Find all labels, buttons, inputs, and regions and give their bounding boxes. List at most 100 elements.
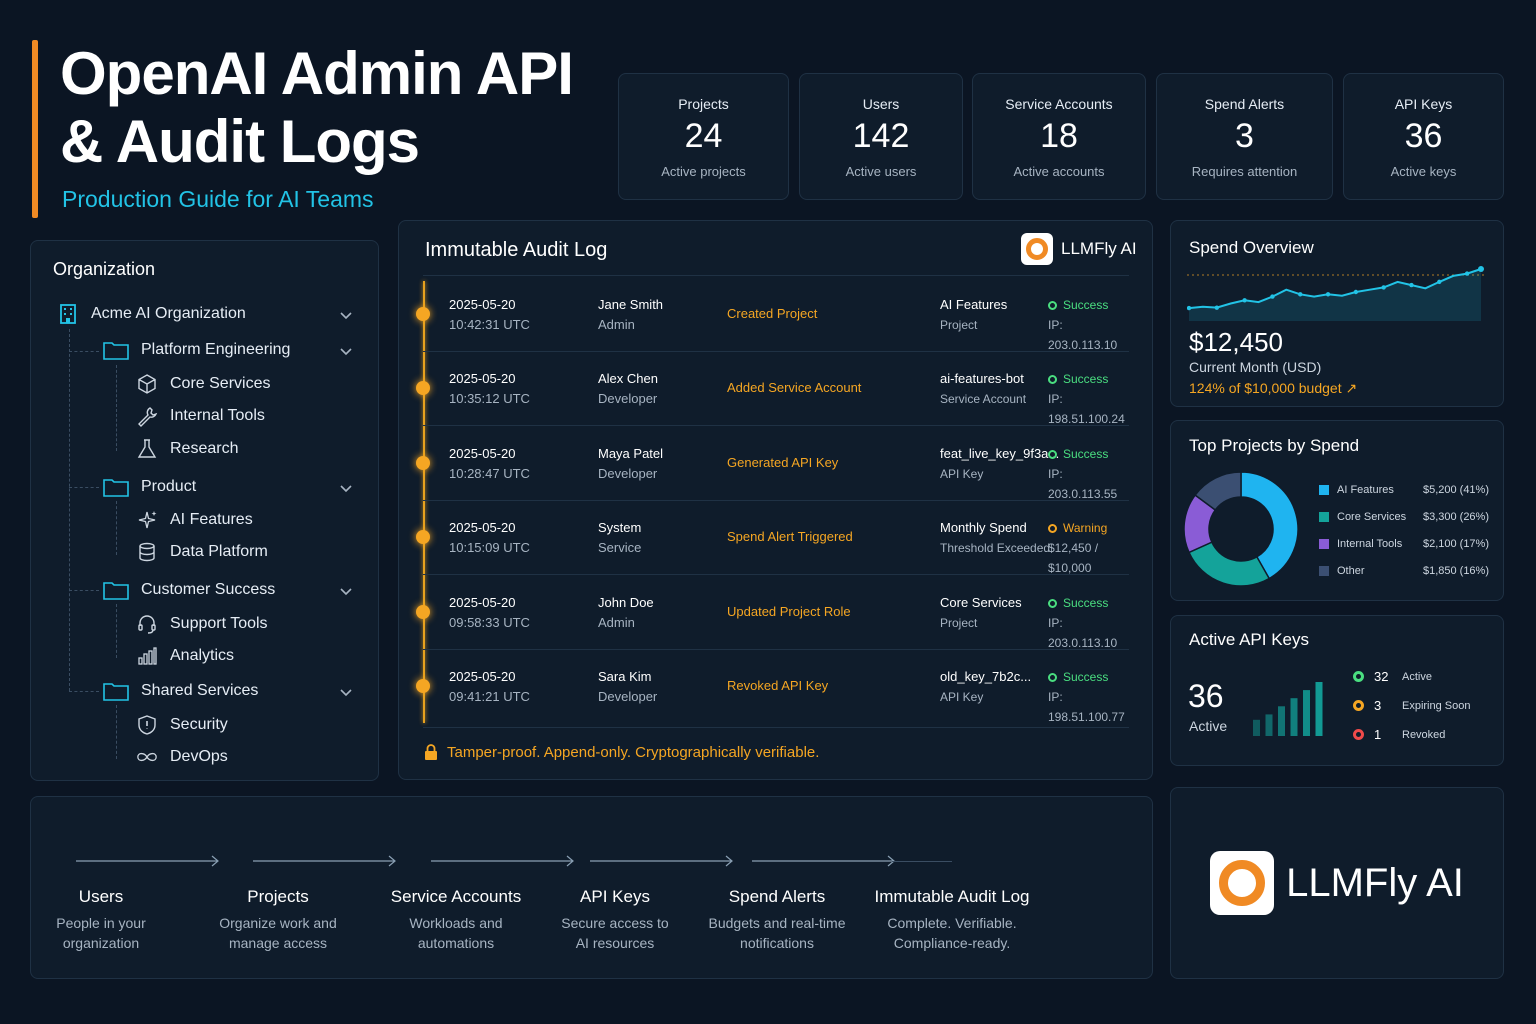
audit-row[interactable]: 2025-05-20 09:58:33 UTC John Doe Admin Updat… (399, 575, 1127, 650)
chevron-down-icon[interactable] (339, 344, 353, 358)
org-item-internal-tools[interactable]: Internal Tools (136, 405, 265, 427)
flow-step-title: Spend Alerts (728, 887, 826, 906)
stat-sub: Requires attention (1191, 164, 1298, 179)
flow-step-desc: Organize work and (219, 915, 337, 931)
audit-row[interactable]: 2025-05-20 09:41:21 UTC Sara Kim Developer R… (399, 649, 1127, 724)
stat-card-projects[interactable]: Projects 24 Active projects (618, 73, 789, 200)
api-key-status-label: Active (1402, 670, 1432, 683)
audit-time: 10:35:12 UTC (449, 391, 530, 406)
stat-card-api-keys[interactable]: API Keys 36 Active keys (1343, 73, 1504, 200)
audit-detail: IP: 203.0.113.10 (1048, 616, 1118, 650)
flow-step-desc: People in your (56, 915, 146, 931)
org-item-ai-features[interactable]: AI Features (136, 509, 253, 531)
chevron-down-icon[interactable] (339, 481, 353, 495)
api-keys-bar (1290, 698, 1298, 736)
org-item-core-services[interactable]: Core Services (136, 373, 270, 395)
audit-time: 09:58:33 UTC (449, 615, 530, 630)
stat-sub: Active projects (661, 164, 746, 179)
audit-date: 2025-05-20 (449, 371, 516, 386)
audit-status: Success (1063, 670, 1109, 684)
audit-actor-role: Admin (598, 615, 635, 630)
spend-trend-point (1242, 298, 1247, 303)
page-subtitle: Production Guide for AI Teams (62, 186, 374, 212)
tree-line (116, 705, 117, 759)
stat-label: Users (862, 96, 900, 112)
status-dot-icon (1353, 729, 1364, 740)
stat-value: 36 (1404, 117, 1443, 155)
success-status-icon (1048, 672, 1057, 682)
audit-brand-label: LLMFly AI (1061, 239, 1137, 258)
donut-slice-core-services[interactable] (1188, 541, 1271, 587)
api-key-status-label: Expiring Soon (1402, 699, 1471, 712)
top-projects-donut (1183, 471, 1299, 587)
org-item-data-platform[interactable]: Data Platform (136, 541, 268, 563)
api-keys-bar (1253, 719, 1260, 736)
flow-step-desc: Complete. Verifiable. (887, 915, 1017, 931)
audit-status: Warning (1063, 521, 1108, 535)
folder-icon (103, 339, 129, 361)
audit-row[interactable]: 2025-05-20 10:42:31 UTC Jane Smith Admin Cre… (399, 277, 1127, 352)
org-item-analytics[interactable]: Analytics (136, 645, 234, 667)
org-item-research[interactable]: Research (136, 438, 238, 460)
audit-target-type: API Key (940, 690, 984, 704)
timeline-dot (416, 605, 430, 619)
audit-log-title: Immutable Audit Log (425, 239, 608, 261)
audit-target: ai-features-bot (940, 371, 1024, 386)
audit-target: Monthly Spend (940, 520, 1027, 535)
audit-row[interactable]: 2025-05-20 10:15:09 UTC System Service Spend… (399, 500, 1127, 575)
success-status-icon (1048, 374, 1057, 384)
sparkle-icon (136, 509, 158, 531)
legend-label: Internal Tools (1337, 538, 1403, 550)
api-key-status-count: 32 (1374, 669, 1389, 684)
org-root-acme[interactable]: Acme AI Organization (57, 303, 246, 325)
audit-target-type: API Key (940, 467, 984, 481)
audit-detail: $12,450 / $10,000 (1048, 541, 1099, 575)
tree-line (116, 501, 117, 555)
org-group-label: Product (141, 478, 197, 495)
stat-card-service-accounts[interactable]: Service Accounts 18 Active accounts (972, 73, 1146, 200)
org-group-platform-engineering[interactable]: Platform Engineering (103, 339, 290, 361)
audit-row[interactable]: 2025-05-20 10:35:12 UTC Alex Chen Developer… (399, 351, 1127, 426)
api-key-status-item: 3 Expiring Soon (1353, 698, 1471, 713)
flow-step-spend-alerts: Spend Alerts Budgets and real-time notific… (692, 887, 862, 953)
audit-actor-role: Developer (598, 391, 658, 406)
tree-line (69, 351, 99, 352)
chevron-down-icon[interactable] (339, 308, 353, 322)
spend-amount: $12,450 (1189, 327, 1283, 357)
organization-panel: Organization Acme AI Organization Platfo… (30, 240, 379, 781)
audit-detail: IP: 203.0.113.55 (1048, 467, 1118, 501)
audit-detail: IP: 198.51.100.24 (1048, 392, 1125, 426)
api-keys-bar (1265, 714, 1273, 736)
audit-actor: Alex Chen (598, 371, 658, 386)
chevron-down-icon[interactable] (339, 685, 353, 699)
api-keys-bar-chart (1253, 682, 1323, 736)
top-projects-title: Top Projects by Spend (1189, 436, 1360, 455)
org-group-customer-success[interactable]: Customer Success (103, 579, 275, 601)
audit-actor: Jane Smith (598, 297, 664, 312)
org-group-shared-services[interactable]: Shared Services (103, 680, 258, 702)
tree-line (69, 329, 70, 691)
audit-date: 2025-05-20 (449, 297, 516, 312)
audit-action: Spend Alert Triggered (727, 529, 853, 544)
flow-step-desc: manage access (228, 935, 328, 951)
stat-card-users[interactable]: Users 142 Active users (799, 73, 963, 200)
org-item-label: Core Services (170, 375, 271, 392)
org-item-devops[interactable]: DevOps (136, 746, 228, 768)
spend-trend-point (1214, 305, 1220, 310)
timeline-dot (416, 307, 430, 321)
org-item-label: DevOps (170, 748, 228, 765)
legend-label: AI Features (1337, 484, 1394, 496)
flask-icon (136, 438, 158, 460)
stat-card-spend-alerts[interactable]: Spend Alerts 3 Requires attention (1156, 73, 1333, 200)
audit-row[interactable]: 2025-05-20 10:28:47 UTC Maya Patel Develope… (399, 426, 1127, 501)
legend-label: Core Services (1337, 511, 1407, 523)
org-item-security[interactable]: Security (136, 714, 228, 736)
audit-time: 09:41:21 UTC (449, 689, 530, 704)
flow-arrow-icon (431, 855, 576, 867)
chevron-down-icon[interactable] (339, 584, 353, 598)
top-projects-panel: Top Projects by Spend AI Features $5,200 … (1170, 420, 1504, 601)
audit-actor-role: Developer (598, 689, 658, 704)
org-group-product[interactable]: Product (103, 476, 196, 498)
org-item-support-tools[interactable]: Support Tools (136, 613, 268, 635)
legend-value: $5,200 (41%) (1422, 484, 1489, 496)
